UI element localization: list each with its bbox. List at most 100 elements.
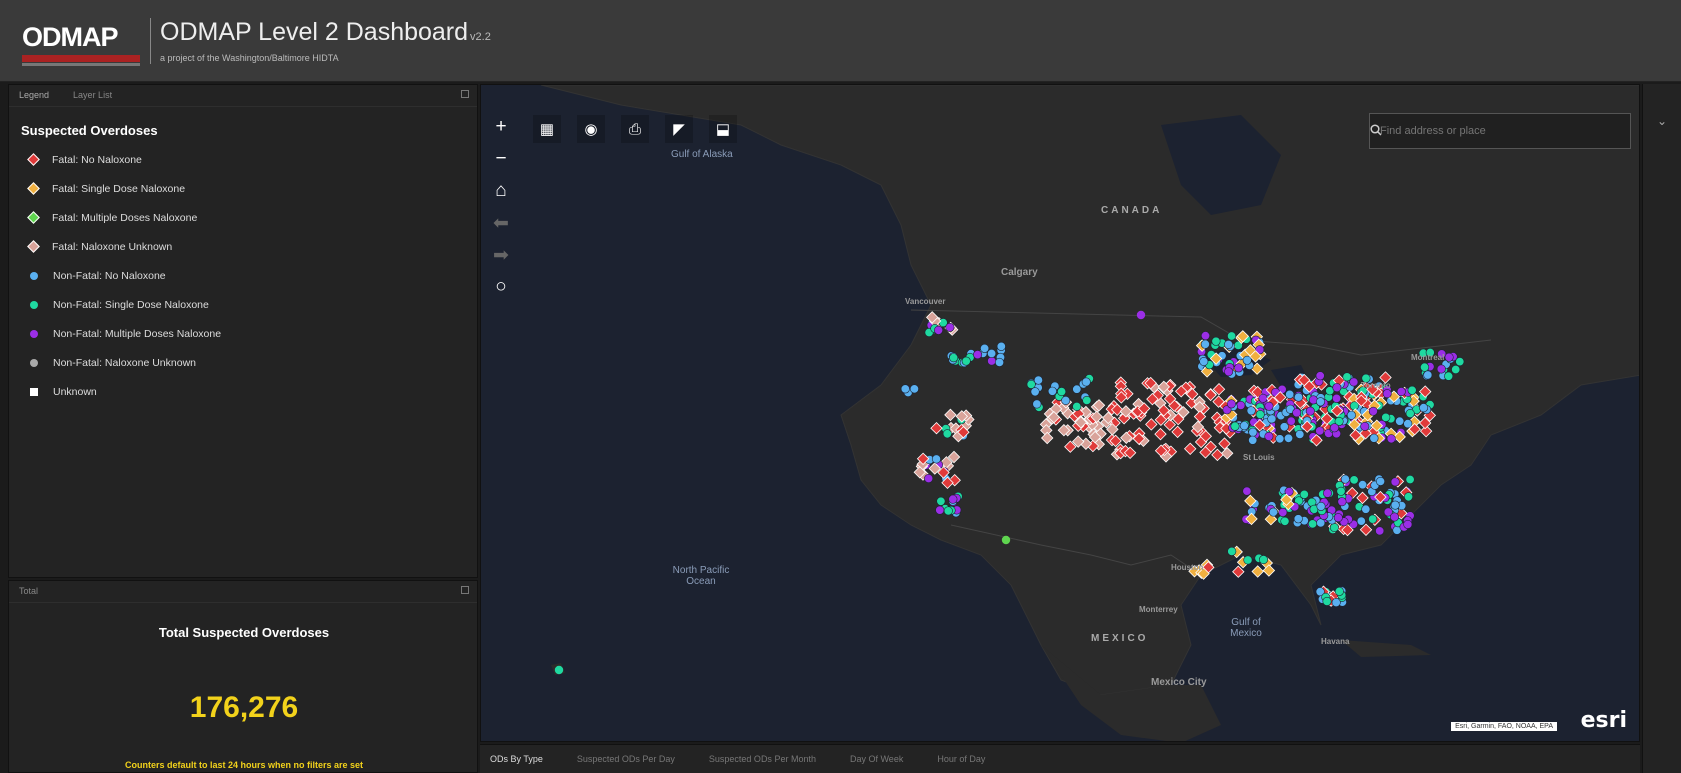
- overdose-point[interactable]: [1436, 364, 1446, 374]
- overdose-point[interactable]: [1232, 565, 1245, 578]
- overdose-point[interactable]: [1258, 393, 1268, 403]
- overdose-point[interactable]: [949, 353, 959, 363]
- overdose-point[interactable]: [1199, 356, 1209, 366]
- overdose-point[interactable]: [961, 356, 971, 366]
- overdose-point[interactable]: [554, 665, 564, 675]
- overdose-point[interactable]: [1360, 421, 1370, 431]
- overdose-point[interactable]: [1223, 340, 1233, 350]
- overdose-point[interactable]: [943, 506, 953, 516]
- overdose-point[interactable]: [980, 343, 990, 353]
- tab-total[interactable]: Total: [19, 586, 38, 597]
- overdose-point[interactable]: [1315, 397, 1325, 407]
- overdose-point[interactable]: [1349, 475, 1359, 485]
- print-icon[interactable]: ⎙: [621, 115, 649, 143]
- overdose-point[interactable]: [936, 496, 946, 506]
- odmap-logo[interactable]: ODMAP: [18, 18, 144, 68]
- measure-icon[interactable]: ◤: [665, 115, 693, 143]
- overdose-point[interactable]: [1305, 406, 1315, 416]
- overdose-point[interactable]: [1381, 412, 1391, 422]
- overdose-point[interactable]: [1227, 331, 1237, 341]
- overdose-point[interactable]: [1057, 387, 1067, 397]
- overdose-point[interactable]: [994, 357, 1004, 367]
- overdose-point[interactable]: [942, 429, 952, 439]
- overdose-point[interactable]: [1375, 526, 1385, 536]
- overdose-point[interactable]: [1251, 565, 1264, 578]
- overdose-point[interactable]: [1278, 507, 1288, 517]
- overdose-point[interactable]: [1255, 409, 1265, 419]
- overdose-point[interactable]: [1264, 431, 1274, 441]
- overdose-point[interactable]: [1403, 519, 1413, 529]
- overdose-point[interactable]: [1258, 555, 1268, 565]
- overdose-point[interactable]: [1316, 501, 1326, 511]
- overdose-point[interactable]: [1061, 395, 1071, 405]
- overdose-point[interactable]: [1268, 507, 1278, 517]
- overdose-point[interactable]: [1322, 488, 1332, 498]
- overdose-point[interactable]: [1455, 357, 1465, 367]
- overdose-point[interactable]: [935, 505, 945, 515]
- overdose-point[interactable]: [1227, 546, 1237, 556]
- overdose-point[interactable]: [931, 454, 941, 464]
- overdose-point[interactable]: [1419, 403, 1429, 413]
- overdose-point[interactable]: [900, 384, 910, 394]
- overdose-point[interactable]: [1342, 372, 1352, 382]
- overdose-point[interactable]: [1395, 416, 1405, 426]
- overdose-point[interactable]: [1283, 433, 1293, 443]
- visibility-icon[interactable]: ◉: [577, 115, 605, 143]
- chevron-down-icon[interactable]: ⌄: [1657, 114, 1667, 128]
- maximize-icon[interactable]: [461, 90, 469, 98]
- overdose-point[interactable]: [1294, 392, 1304, 402]
- overdose-point[interactable]: [1001, 535, 1011, 545]
- overdose-point[interactable]: [1047, 386, 1057, 396]
- address-search[interactable]: [1369, 113, 1631, 149]
- bottom-tab[interactable]: Hour of Day: [937, 754, 985, 764]
- overdose-point[interactable]: [1332, 383, 1342, 393]
- overdose-point[interactable]: [1248, 435, 1258, 445]
- bottom-tab[interactable]: ODs By Type: [490, 754, 543, 764]
- overdose-point[interactable]: [1315, 426, 1325, 436]
- overdose-point[interactable]: [1361, 504, 1371, 514]
- overdose-point[interactable]: [1340, 474, 1350, 484]
- search-input[interactable]: [1370, 114, 1590, 148]
- overdose-point[interactable]: [1337, 497, 1347, 507]
- share-icon[interactable]: ⬓: [709, 115, 737, 143]
- overdose-point[interactable]: [1389, 512, 1399, 522]
- overdose-point[interactable]: [1082, 395, 1092, 405]
- overdose-point[interactable]: [1236, 400, 1246, 410]
- overdose-point[interactable]: [1346, 410, 1356, 420]
- overdose-point[interactable]: [1242, 486, 1252, 496]
- bottom-tab[interactable]: Day Of Week: [850, 754, 903, 764]
- back-arrow-icon[interactable]: ⬅: [487, 207, 515, 239]
- overdose-point[interactable]: [1407, 385, 1417, 395]
- overdose-point[interactable]: [1316, 518, 1326, 528]
- zoom-out-button[interactable]: −: [487, 143, 515, 175]
- tab-legend[interactable]: Legend: [19, 90, 49, 101]
- overdose-point[interactable]: [1333, 513, 1343, 523]
- overdose-point[interactable]: [933, 325, 943, 335]
- overdose-point[interactable]: [1420, 362, 1430, 372]
- overdose-point[interactable]: [1368, 406, 1378, 416]
- locate-button[interactable]: ○: [487, 271, 515, 303]
- overdose-point[interactable]: [1200, 331, 1210, 341]
- overdose-point[interactable]: [1081, 377, 1091, 387]
- overdose-point[interactable]: [973, 350, 983, 360]
- overdose-point[interactable]: [909, 384, 919, 394]
- overdose-point[interactable]: [1285, 389, 1295, 399]
- overdose-point[interactable]: [1336, 486, 1346, 496]
- overdose-point[interactable]: [1315, 371, 1325, 381]
- overdose-point[interactable]: [1334, 586, 1344, 596]
- filter-panel-collapsed[interactable]: ⌄: [1642, 84, 1681, 773]
- overdose-point[interactable]: [1332, 393, 1342, 403]
- overdose-point[interactable]: [1239, 421, 1249, 431]
- overdose-point[interactable]: [1200, 339, 1210, 349]
- overdose-point[interactable]: [1280, 516, 1290, 526]
- tab-layer-list[interactable]: Layer List: [73, 90, 112, 101]
- overdose-point[interactable]: [1026, 379, 1036, 389]
- overdose-point[interactable]: [1295, 429, 1305, 439]
- overdose-point[interactable]: [1308, 519, 1318, 529]
- overdose-point[interactable]: [1396, 387, 1406, 397]
- overdose-point[interactable]: [1356, 516, 1366, 526]
- overdose-point[interactable]: [1072, 401, 1082, 411]
- overdose-point[interactable]: [996, 341, 1006, 351]
- forward-arrow-icon[interactable]: ➡: [487, 239, 515, 271]
- overdose-point[interactable]: [1390, 477, 1400, 487]
